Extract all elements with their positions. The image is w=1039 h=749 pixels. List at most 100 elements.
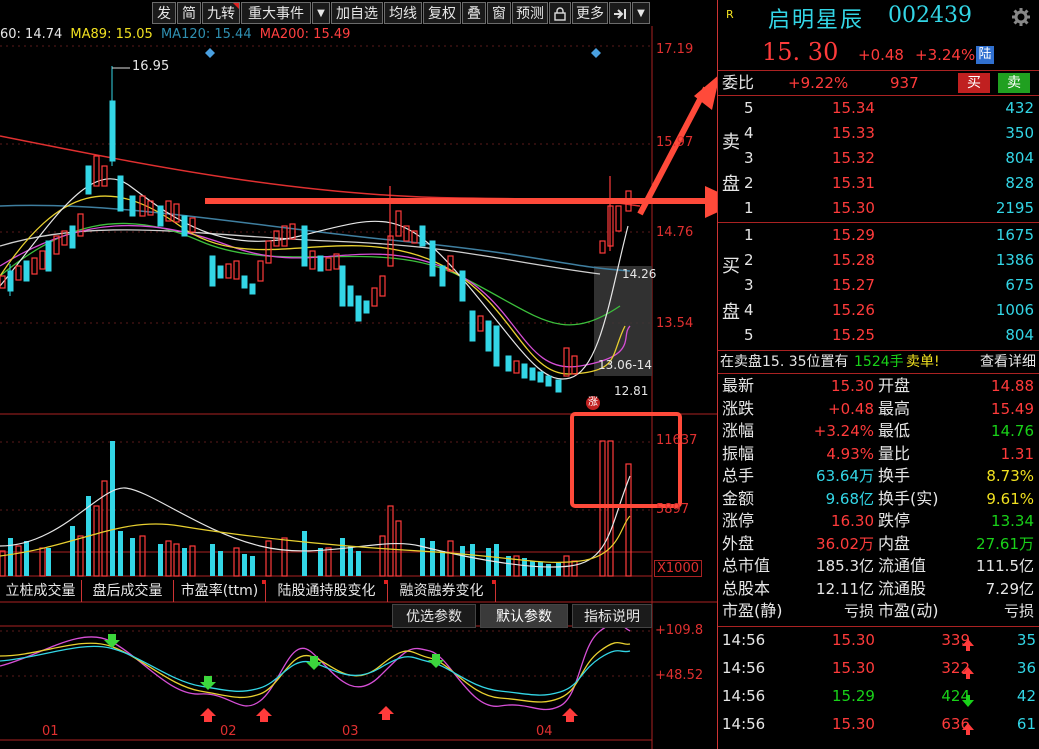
jiuzhuan-button[interactable]: 九转 — [202, 2, 240, 24]
price-axis-1: 17.19 — [656, 42, 694, 57]
quote-label: 流通股 — [878, 578, 927, 598]
tick-row: 14:56 15.29 424 42 — [718, 684, 1039, 708]
range-bottom-label: 13.06-14 — [598, 358, 652, 372]
order-level: 2 — [744, 251, 754, 269]
quote-value: 亏损 — [1003, 602, 1034, 620]
buy-button[interactable]: 买 — [958, 73, 990, 93]
zhang-badge: 涨 — [586, 396, 600, 410]
tab-pe-ttm[interactable]: 市盈率(ttm) — [174, 580, 266, 602]
quote-value: 12.11亿 — [816, 579, 874, 598]
settings-gear-icon[interactable] — [1012, 8, 1030, 30]
indicator-help-button[interactable]: 指标说明 — [572, 604, 652, 628]
quote-value: 36.02万 — [816, 534, 874, 553]
view-details-link[interactable]: 查看详细 — [980, 351, 1036, 373]
order-price: 15.29 — [832, 226, 875, 244]
month-label: 04 — [536, 724, 553, 739]
quote-label: 量比 — [878, 443, 911, 463]
add-watchlist-button[interactable]: 加自选 — [331, 2, 383, 24]
quote-label: 涨停 — [722, 511, 755, 530]
indicator-tabs: 立桩成交量 盘后成交量 市盈率(ttm) 陆股通持股变化 融资融券变化 — [0, 580, 652, 602]
tab-margin[interactable]: 融资融券变化 — [388, 580, 496, 602]
tick-price: 15.29 — [832, 687, 875, 705]
weibi-row: 委比 +9.22% 937 买 卖 — [718, 71, 1039, 95]
order-price: 15.30 — [832, 199, 875, 217]
order-price: 15.28 — [832, 251, 875, 269]
stock-code: 002439 — [888, 3, 972, 28]
quote-row: 涨跌 +0.48 最高 15.49 — [718, 398, 1039, 420]
ma-button[interactable]: 均线 — [384, 2, 422, 24]
quote-value: 13.34 — [991, 512, 1034, 530]
sell-button[interactable]: 卖 — [998, 73, 1030, 93]
quote-row: 总手 63.64万 换手 8.73% — [718, 465, 1039, 487]
overlay-button[interactable]: 叠 — [462, 2, 486, 24]
notice-text: 在卖盘15. 35位置有 — [720, 354, 849, 370]
order-row[interactable]: 4 15.33 350 — [718, 121, 1039, 145]
events-dropdown-icon[interactable]: ▼ — [312, 2, 330, 24]
order-volume: 675 — [1005, 276, 1034, 294]
quote-label: 涨幅 — [722, 421, 755, 440]
window-button[interactable]: 窗 — [487, 2, 511, 24]
month-label: 03 — [342, 724, 359, 739]
order-row[interactable]: 2 15.31 828 — [718, 171, 1039, 195]
order-level: 4 — [744, 301, 754, 319]
quote-value: 15.49 — [991, 399, 1034, 418]
kdj-axis-top: +109.8 — [655, 623, 704, 638]
adjust-button[interactable]: 复权 — [423, 2, 461, 24]
tab-after-hours-volume[interactable]: 盘后成交量 — [82, 580, 174, 602]
weibi-label: 委比 — [722, 73, 755, 92]
order-volume: 828 — [1005, 174, 1034, 192]
quote-value: 27.61万 — [976, 534, 1034, 553]
quote-value: 15.30 — [831, 377, 874, 395]
order-row[interactable]: 2 15.28 1386 — [718, 248, 1039, 272]
arrow-down-icon — [962, 690, 974, 714]
quote-label: 振幅 — [722, 443, 755, 463]
more-button[interactable]: 更多 — [572, 2, 608, 24]
lock-icon[interactable] — [549, 2, 571, 24]
order-row[interactable]: 1 15.30 2195 — [718, 196, 1039, 220]
order-level: 3 — [744, 276, 754, 294]
forecast-button[interactable]: 预测 — [512, 2, 548, 24]
tick-time: 14:56 — [722, 687, 766, 705]
quote-label: 总市值 — [722, 556, 771, 575]
order-volume: 1675 — [995, 226, 1034, 244]
order-row[interactable]: 5 15.34 432 — [718, 96, 1039, 120]
order-row[interactable]: 3 15.27 675 — [718, 273, 1039, 297]
stock-name: 启明星辰 — [768, 8, 865, 33]
fa-button[interactable]: 发 — [152, 2, 176, 24]
tab-hk-connect[interactable]: 陆股通持股变化 — [266, 580, 388, 602]
volume-axis-top: 11637 — [656, 433, 698, 448]
tab-stake-volume[interactable]: 立桩成交量 — [0, 580, 82, 602]
order-row[interactable]: 4 15.26 1006 — [718, 298, 1039, 322]
price-axis-4: 13.54 — [656, 316, 694, 331]
current-price: 15. 30 — [762, 38, 839, 66]
default-params-button[interactable]: 默认参数 — [480, 604, 568, 628]
expand-icon[interactable] — [609, 2, 631, 24]
tick-time: 14:56 — [722, 659, 766, 677]
order-price: 15.27 — [832, 276, 875, 294]
order-volume: 350 — [1005, 124, 1034, 142]
order-row[interactable]: 5 15.25 804 — [718, 323, 1039, 347]
jian-button[interactable]: 简 — [177, 2, 201, 24]
preferred-params-button[interactable]: 优选参数 — [392, 604, 476, 628]
quote-label: 金额 — [722, 488, 755, 508]
arrow-up-icon — [962, 718, 974, 742]
high-price-label: 16.95 — [132, 59, 170, 74]
major-events-button[interactable]: 重大事件 — [241, 2, 311, 24]
order-row[interactable]: 3 15.32 804 — [718, 146, 1039, 170]
price-change-pct: +3.24% — [915, 46, 976, 64]
notice-tag: 卖单! — [906, 354, 940, 370]
buy-orders: 1 15.29 1675 2 15.28 1386 3 15.27 675 4 … — [718, 223, 1039, 349]
kline-chart[interactable] — [0, 26, 717, 749]
market-badge: 陆 — [976, 46, 994, 64]
order-level: 5 — [744, 99, 754, 117]
order-row[interactable]: 1 15.29 1675 — [718, 223, 1039, 247]
order-level: 4 — [744, 124, 754, 142]
quote-value: 9.68亿 — [825, 489, 874, 508]
quote-row: 总股本 12.11亿 流通股 7.29亿 — [718, 578, 1039, 600]
quote-value: 9.61% — [986, 489, 1034, 508]
toolbar-dropdown-icon[interactable]: ▼ — [632, 2, 650, 24]
quote-label: 涨跌 — [722, 398, 755, 418]
order-price: 15.32 — [832, 149, 875, 167]
chart-toolbar: 发 简 九转 重大事件 ▼ 加自选 均线 复权 叠 窗 预测 更多 ▼ — [0, 0, 652, 26]
volume-unit: X1000 — [654, 560, 702, 577]
